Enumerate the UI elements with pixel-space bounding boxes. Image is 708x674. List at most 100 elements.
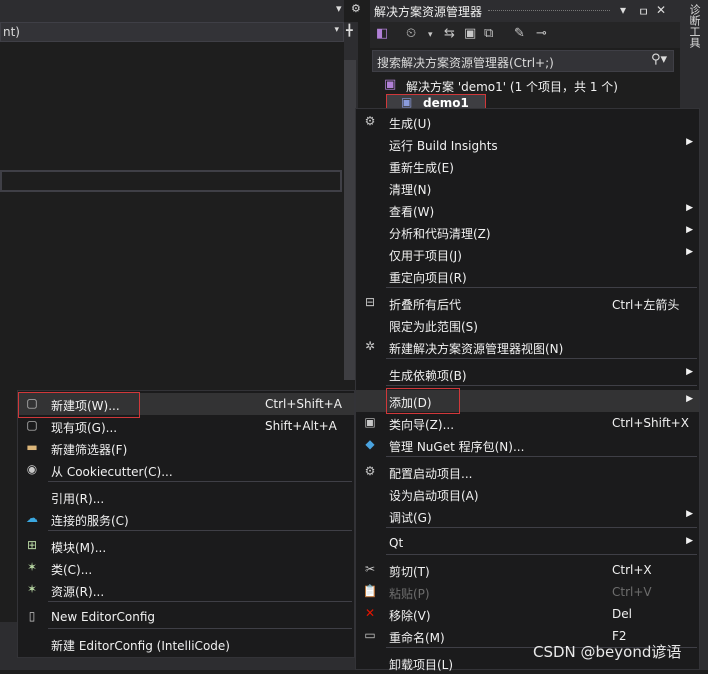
menu-separator (386, 456, 697, 457)
menu-item-d[interactable]: 添加(D) ▶ (356, 390, 699, 412)
add-menu-item-c[interactable]: ☁ 连接的服务(C) (18, 508, 354, 530)
add-menu-item-cookiecutter-c[interactable]: ◉ 从 Cookiecutter(C)... (18, 459, 354, 481)
menu-item-label: 仅用于项目(J) (389, 249, 462, 263)
menu-item-nuget-n[interactable]: ◆ 管理 NuGet 程序包(N)... (356, 434, 699, 456)
menu-item-label: 资源(R)... (51, 585, 105, 599)
menu-item-shortcut: Ctrl+V (612, 585, 652, 599)
menu-item-label: 新建筛选器(F) (51, 443, 128, 457)
paste-icon: 📋 (362, 584, 378, 598)
solution-explorer-title: 解决方案资源管理器 (374, 5, 483, 19)
menu-item-b[interactable]: 生成依赖项(B) ▶ (356, 363, 699, 385)
menu-item-label: 添加(D) (389, 396, 432, 410)
menu-item-label: 模块(M)... (51, 541, 107, 555)
split-icon[interactable]: ╋ (346, 24, 353, 37)
menu-item-label: New EditorConfig (51, 610, 156, 624)
editorconfig-icon: ▯ (28, 609, 36, 623)
menu-item-u[interactable]: ⚙ 生成(U) (356, 111, 699, 133)
submenu-arrow-icon: ▶ (686, 247, 693, 257)
menu-item-w[interactable]: 查看(W) ▶ (356, 199, 699, 221)
menu-item-label: 剪切(T) (389, 565, 430, 579)
add-menu-item-f[interactable]: ▬ 新建筛选器(F) (18, 437, 354, 459)
menu-item-label: 调试(G) (389, 511, 432, 525)
menu-item-e[interactable]: 重新生成(E) (356, 155, 699, 177)
menu-item-t[interactable]: ✂ 剪切(T) Ctrl+X (356, 559, 699, 581)
add-menu-item-m[interactable]: ⊞ 模块(M)... (18, 535, 354, 557)
add-menu-item-w[interactable]: ▢ 新建项(W)... Ctrl+Shift+A (18, 393, 354, 415)
new-item-icon: ▢ (26, 396, 38, 410)
menu-item-label: 折叠所有后代 (389, 298, 462, 312)
solution-label: 解决方案 'demo1' (1 个项目，共 1 个) (406, 80, 618, 94)
add-menu-item-new-editorconfig[interactable]: ▯ New EditorConfig (18, 606, 354, 628)
menu-item-n[interactable]: 清理(N) (356, 177, 699, 199)
preview-icon[interactable]: ⊸ (536, 26, 547, 41)
chevron-down-icon[interactable]: ▾ (428, 30, 433, 40)
menu-separator (48, 530, 352, 531)
menu-item-j[interactable]: 仅用于项目(J) ▶ (356, 243, 699, 265)
menu-item-r[interactable]: 重定向项目(R) (356, 265, 699, 287)
add-menu-item-g[interactable]: ▢ 现有项(G)... Shift+Alt+A (18, 415, 354, 437)
close-icon[interactable]: ✕ (656, 3, 666, 17)
settings-icon: ⚙ (364, 464, 376, 478)
submenu-arrow-icon: ▶ (686, 203, 693, 213)
menu-item-item-15[interactable]: ⚙ 配置启动项目... (356, 461, 699, 483)
menu-item-shortcut: Ctrl+左箭头 (612, 298, 680, 312)
add-menu-item-r[interactable]: 引用(R)... (18, 486, 354, 508)
solution-search-input[interactable]: 搜索解决方案资源管理器(Ctrl+;) ⚲▾ (372, 50, 674, 72)
submenu-arrow-icon: ▶ (686, 509, 693, 519)
menu-item-item-8[interactable]: ⊟ 折叠所有后代 Ctrl+左箭头 (356, 292, 699, 314)
menu-item-label: 查看(W) (389, 205, 435, 219)
collapse-all-icon[interactable]: ▣ (464, 26, 476, 41)
dropdown-icon[interactable]: ▾ (336, 2, 342, 15)
submenu-arrow-icon: ▶ (686, 367, 693, 377)
menu-item-shortcut: Shift+Alt+A (265, 419, 337, 433)
editor-find-field[interactable] (0, 170, 342, 192)
navigation-bar-text: nt) (3, 25, 20, 39)
new-filter-icon: ▬ (26, 440, 38, 454)
class-icon: ✶ (26, 560, 38, 574)
cut-icon: ✂ (364, 562, 376, 576)
chevron-down-icon[interactable]: ▾ (334, 25, 339, 35)
menu-item-qt[interactable]: Qt ▶ (356, 532, 699, 554)
navigation-bar[interactable]: nt) ▾ (0, 22, 344, 42)
menu-separator (48, 628, 352, 629)
menu-item-label: 重新生成(E) (389, 161, 454, 175)
menu-separator (386, 358, 697, 359)
submenu-arrow-icon: ▶ (686, 225, 693, 235)
menu-item-label: 粘贴(P) (389, 587, 430, 601)
resource-icon: ✶ (26, 582, 38, 596)
menu-item-build-insights[interactable]: 运行 Build Insights ▶ (356, 133, 699, 155)
wrench-icon[interactable]: ✎ (514, 26, 525, 41)
menu-item-label: 生成(U) (389, 117, 432, 131)
menu-item-z[interactable]: 分析和代码清理(Z) ▶ (356, 221, 699, 243)
menu-item-label: 现有项(G)... (51, 421, 118, 435)
menu-separator (386, 527, 697, 528)
vs-solution-icon[interactable]: ◧ (376, 26, 388, 41)
history-icon[interactable]: ⏲ (406, 26, 416, 41)
menu-item-g[interactable]: 调试(G) ▶ (356, 505, 699, 527)
submenu-arrow-icon: ▶ (686, 536, 693, 546)
add-menu-item-c[interactable]: ✶ 类(C)... (18, 557, 354, 579)
chevron-down-icon[interactable]: ▾ (620, 3, 626, 17)
menu-item-label: 类(C)... (51, 563, 93, 577)
menu-item-label: 运行 Build Insights (389, 139, 498, 153)
menu-item-s[interactable]: 限定为此范围(S) (356, 314, 699, 336)
menu-item-v[interactable]: ✕ 移除(V) Del (356, 603, 699, 625)
menu-item-a[interactable]: 设为启动项目(A) (356, 483, 699, 505)
solution-explorer-toolbar: ◧ ⏲ ▾ ⇆ ▣ ⧉ ✎ ⊸ (370, 22, 680, 48)
search-icon[interactable]: ⚲▾ (651, 52, 667, 67)
sync-icon[interactable]: ⇆ (444, 26, 455, 41)
copy-icon[interactable]: ⧉ (484, 26, 493, 41)
solution-node[interactable]: ▣ 解决方案 'demo1' (1 个项目，共 1 个) (372, 76, 676, 96)
menu-item-p[interactable]: 📋 粘贴(P) Ctrl+V (356, 581, 699, 603)
menu-item-shortcut: Ctrl+Shift+A (265, 397, 342, 411)
new-view-icon: ✲ (364, 339, 376, 353)
pin-icon[interactable]: ㅁ (638, 3, 649, 20)
add-menu-item-r[interactable]: ✶ 资源(R)... (18, 579, 354, 601)
menu-item-n[interactable]: ✲ 新建解决方案资源管理器视图(N) (356, 336, 699, 358)
menu-item-z[interactable]: ▣ 类向导(Z)... Ctrl+Shift+X (356, 412, 699, 434)
cookiecutter-icon: ◉ (26, 462, 38, 476)
add-menu-item-editorconfig-intellicode[interactable]: 新建 EditorConfig (IntelliCode) (18, 633, 354, 655)
submenu-arrow-icon: ▶ (686, 137, 693, 147)
rename-icon: ▭ (364, 628, 376, 642)
gear-icon[interactable]: ⚙ (351, 2, 361, 15)
